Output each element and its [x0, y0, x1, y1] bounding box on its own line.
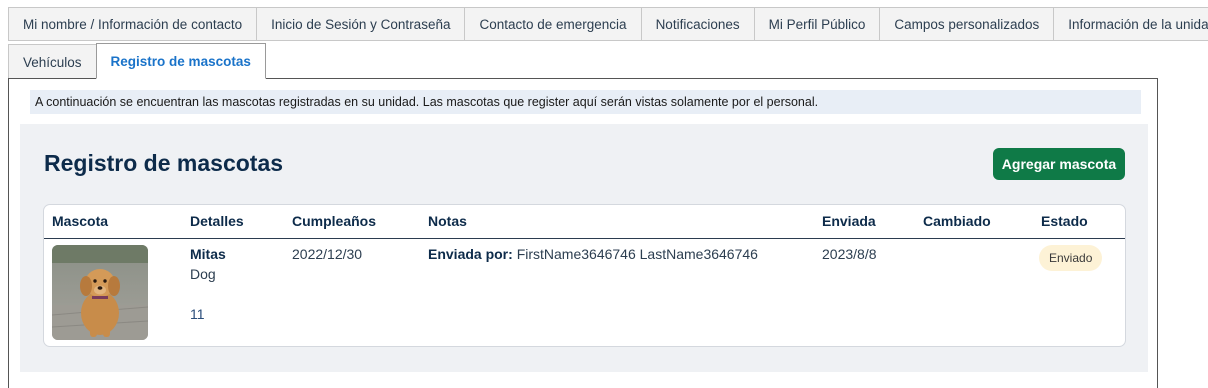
pets-table: Mascota Detalles Cumpleaños Notas Enviad…: [43, 204, 1126, 347]
pet-photo[interactable]: [52, 245, 148, 340]
pet-species: Dog: [190, 266, 216, 282]
notes-value: FirstName3646746 LastName3646746: [516, 246, 758, 262]
pet-registry-card: Registro de mascotas Agregar mascota Mas…: [20, 124, 1148, 372]
header-pet: Mascota: [52, 213, 109, 229]
tab-content-panel: A continuación se encuentran las mascota…: [8, 78, 1158, 388]
tab-public-profile[interactable]: Mi Perfil Público: [753, 7, 880, 41]
tab-bar-secondary: Vehículos Registro de mascotas: [8, 43, 266, 79]
notes-label: Enviada por:: [428, 246, 513, 262]
status-badge: Enviado: [1039, 245, 1103, 271]
pet-birthday: 2022/12/30: [292, 246, 363, 262]
pet-age: 11: [190, 306, 205, 322]
info-notice: A continuación se encuentran las mascota…: [30, 90, 1141, 114]
tab-unit-info[interactable]: Información de la unidad: [1053, 7, 1208, 41]
tab-vehicles[interactable]: Vehículos: [8, 44, 97, 79]
page-title: Registro de mascotas: [44, 150, 284, 176]
tab-bar-primary: Mi nombre / Información de contacto Inic…: [8, 7, 1208, 41]
dog-photo-icon: [52, 245, 148, 340]
tab-login-password[interactable]: Inicio de Sesión y Contraseña: [256, 7, 465, 41]
pet-name: Mitas: [190, 246, 226, 262]
header-changed: Cambiado: [923, 213, 991, 229]
tab-contact-info[interactable]: Mi nombre / Información de contacto: [8, 7, 257, 41]
table-header: Mascota Detalles Cumpleaños Notas Enviad…: [44, 205, 1125, 239]
pet-notes: Enviada por: FirstName3646746 LastName36…: [428, 246, 758, 262]
add-pet-button[interactable]: Agregar mascota: [993, 148, 1125, 180]
tab-custom-fields[interactable]: Campos personalizados: [879, 7, 1054, 41]
tab-pet-registry[interactable]: Registro de mascotas: [95, 43, 266, 79]
header-birthday: Cumpleaños: [292, 213, 377, 229]
tab-notifications[interactable]: Notificaciones: [640, 7, 754, 41]
header-notes: Notas: [428, 213, 467, 229]
header-details: Detalles: [190, 213, 244, 229]
tab-emergency-contact[interactable]: Contacto de emergencia: [464, 7, 641, 41]
pet-sent-date: 2023/8/8: [822, 246, 877, 262]
header-status: Estado: [1041, 213, 1088, 229]
header-sent: Enviada: [822, 213, 876, 229]
